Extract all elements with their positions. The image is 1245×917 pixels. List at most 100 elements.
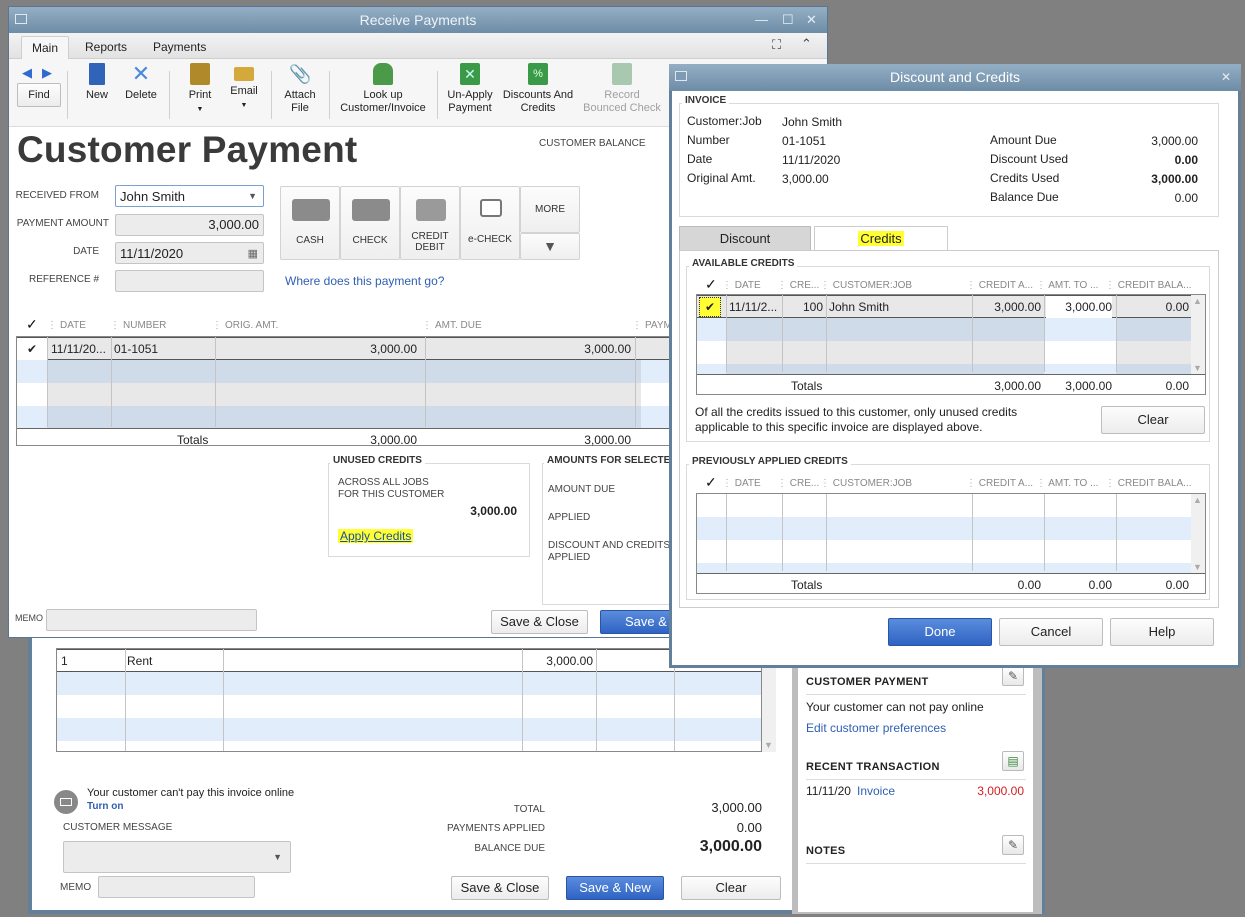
cell-item-code[interactable]: Rent [127,650,217,672]
col-header-credit-no[interactable]: ⋮ CRE... [777,478,819,489]
edit-customer-preferences-link[interactable]: Edit customer preferences [806,721,946,735]
col-header-customer-job[interactable]: ⋮ CUSTOMER:JOB [820,280,912,291]
col-header-amt-due[interactable]: ⋮ AMT. DUE [422,320,482,331]
email-button[interactable]: Email ▼ [229,63,259,112]
cell-amt-to-use[interactable]: 3,000.00 [1046,296,1112,318]
report-icon[interactable]: ▤ [1002,751,1024,771]
col-header-credit-balance[interactable]: ⋮ CREDIT BALA... [1105,478,1192,489]
payment-method-credit-debit[interactable]: CREDIT DEBIT [400,186,460,260]
maximize-icon[interactable]: ☐ [782,7,794,33]
clear-credits-button[interactable]: Clear [1101,406,1205,434]
dialog-menu-icon[interactable] [675,71,687,81]
memo-input[interactable] [46,609,257,631]
unapply-payment-button[interactable]: ✕ Un-Apply Payment [445,63,495,115]
col-header-date[interactable]: ⋮ DATE [722,280,761,291]
table-row[interactable] [17,406,675,429]
payment-amount-input[interactable]: 3,000.00 [115,214,264,236]
col-header-credit-amt[interactable]: ⋮ CREDIT A... [966,280,1033,291]
delete-button[interactable]: ✕ Delete [123,63,159,102]
dialog-close-icon[interactable]: ✕ [1221,64,1231,90]
calendar-icon[interactable]: ▦ [248,247,258,260]
date-input[interactable]: 11/11/2020 ▦ [115,242,264,264]
attach-file-button[interactable]: 📎 Attach File [283,63,317,115]
previously-applied-scrollbar[interactable]: ▲ ▼ [1191,494,1205,573]
table-row[interactable] [17,360,675,383]
payment-method-cash[interactable]: CASH [280,186,340,260]
where-does-payment-go-link[interactable]: Where does this payment go? [285,274,444,288]
edit-pencil-icon[interactable]: ✎ [1002,666,1024,686]
col-header-date[interactable]: ⋮ DATE [47,320,86,331]
previous-arrow-icon[interactable]: ◀ [22,65,32,81]
tab-discount[interactable]: Discount [679,226,811,250]
tab-credits[interactable]: Credits [814,226,948,250]
tab-main[interactable]: Main [21,36,70,59]
table-row[interactable] [57,718,761,741]
scroll-down-icon[interactable]: ▼ [1193,562,1202,572]
new-button[interactable]: New [83,63,111,102]
tab-payments[interactable]: Payments [143,36,216,59]
table-row[interactable]: 1 Rent 3,000.00 [57,649,761,672]
find-button[interactable]: Find [17,83,61,107]
col-header-amt-to-use[interactable]: ⋮ AMT. TO ... [1036,478,1098,489]
lookup-customer-invoice-button[interactable]: Look up Customer/Invoice [339,63,427,115]
next-arrow-icon[interactable]: ▶ [42,65,52,81]
payment-method-echeck[interactable]: e-CHECK [460,186,520,260]
payment-method-check[interactable]: CHECK [340,186,400,260]
scroll-down-icon[interactable]: ▼ [764,740,773,750]
col-header-credit-no[interactable]: ⋮ CRE... [777,280,819,291]
invoice-save-new-button[interactable]: Save & New [566,876,664,900]
table-row[interactable]: ✔ 11/11/20... 01-1051 3,000.00 3,000.00 [17,337,675,360]
col-header-credit-amt[interactable]: ⋮ CREDIT A... [966,478,1033,489]
collapse-ribbon-icon[interactable]: ⌃ [801,36,812,52]
col-header-date[interactable]: ⋮ DATE [722,478,761,489]
close-icon[interactable]: ✕ [806,7,817,33]
turn-on-link[interactable]: Turn on [87,801,123,812]
print-button[interactable]: Print ▼ [185,63,215,116]
cancel-button[interactable]: Cancel [999,618,1103,646]
tab-reports[interactable]: Reports [75,36,137,59]
customer-message-select[interactable]: ▼ [63,841,291,873]
reference-input[interactable] [115,270,264,292]
available-select-all-header[interactable]: ✓ [705,276,717,293]
recent-transaction-link[interactable]: Invoice [857,784,895,798]
cell-price-each[interactable]: 3,000.00 [527,650,593,672]
more-payment-methods-button[interactable]: MORE [520,186,580,233]
help-button[interactable]: Help [1110,618,1214,646]
apply-credits-link[interactable]: Apply Credits [338,529,414,543]
scroll-down-icon[interactable]: ▼ [1193,363,1202,373]
available-credits-scrollbar[interactable]: ▲ ▼ [1191,295,1205,374]
invoice-clear-button[interactable]: Clear [681,876,781,900]
invoice-save-close-button[interactable]: Save & Close [451,876,549,900]
available-credits-title: AVAILABLE CREDITS [689,258,798,269]
cell-quantity[interactable]: 1 [61,650,121,672]
edit-notes-pencil-icon[interactable]: ✎ [1002,835,1024,855]
table-row[interactable] [17,383,675,406]
minimize-icon[interactable]: — [755,7,768,33]
invoice-memo-input[interactable] [98,876,255,898]
window-menu-icon[interactable] [15,14,27,24]
previous-select-all-header[interactable]: ✓ [705,474,717,491]
row-check-icon[interactable]: ✔ [17,338,47,360]
table-row[interactable] [57,695,761,718]
credit-check-icon[interactable]: ✔ [699,297,721,317]
scroll-up-icon[interactable]: ▲ [1193,495,1202,505]
table-row[interactable]: ✔ 11/11/2... 100 John Smith 3,000.00 3,0… [697,295,1205,318]
discounts-and-credits-button[interactable]: % Discounts And Credits [501,63,575,115]
save-close-button[interactable]: Save & Close [491,610,588,634]
table-row[interactable] [57,672,761,695]
col-header-orig-amt[interactable]: ⋮ ORIG. AMT. [212,320,278,331]
done-button[interactable]: Done [888,618,992,646]
col-header-credit-balance[interactable]: ⋮ CREDIT BALA... [1105,280,1192,291]
received-from-select[interactable]: John Smith ▼ [115,185,264,207]
cell-credit-no: 100 [802,300,823,314]
select-all-check-header[interactable]: ✓ [26,316,38,333]
col-header-number[interactable]: ⋮ NUMBER [110,320,166,331]
col-header-amt-to-use[interactable]: ⋮ AMT. TO ... [1036,280,1098,291]
payments-applied-value: 0.00 [736,820,762,835]
more-dropdown-button[interactable]: ▼ [520,233,580,260]
record-bounced-check-button[interactable]: Record Bounced Check [579,63,665,115]
expand-icon[interactable]: ⛶ [772,37,781,53]
col-header-customer-job[interactable]: ⋮ CUSTOMER:JOB [820,478,912,489]
scroll-up-icon[interactable]: ▲ [1193,296,1202,306]
cash-icon [292,199,330,221]
